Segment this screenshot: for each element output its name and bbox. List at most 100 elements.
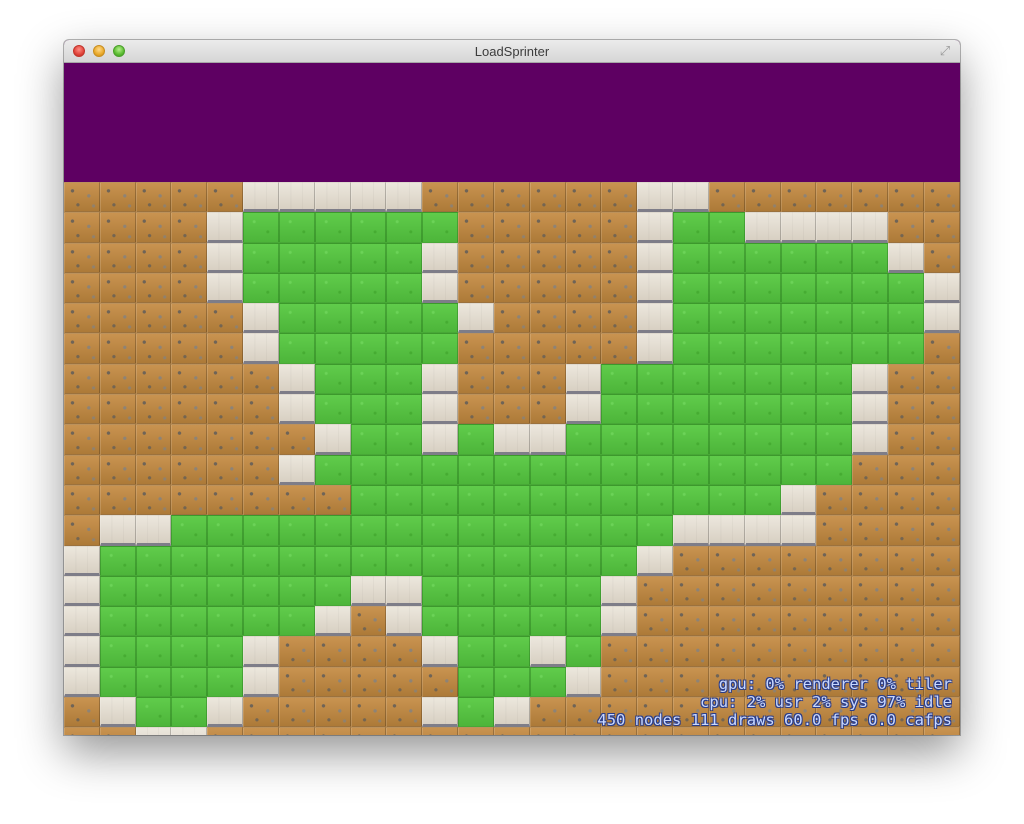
dirt-tile bbox=[816, 484, 853, 516]
dirt-tile bbox=[135, 333, 172, 364]
stone-tile bbox=[852, 424, 889, 455]
dirt-tile bbox=[888, 363, 924, 395]
dirt-tile bbox=[780, 182, 817, 213]
grass-tile bbox=[171, 515, 208, 546]
grass-tile bbox=[135, 666, 172, 698]
stone-tile bbox=[422, 272, 459, 304]
grass-tile bbox=[780, 333, 817, 364]
grass-tile bbox=[386, 394, 423, 425]
grass-tile bbox=[350, 212, 387, 243]
dirt-tile bbox=[64, 424, 100, 455]
dirt-tile bbox=[64, 272, 100, 304]
stone-tile bbox=[314, 424, 351, 455]
grass-tile bbox=[565, 545, 602, 576]
grass-tile bbox=[422, 575, 459, 607]
dirt-tile bbox=[601, 303, 638, 334]
dirt-tile bbox=[565, 272, 602, 304]
stone-tile bbox=[458, 303, 494, 334]
grass-tile bbox=[314, 212, 351, 243]
grass-tile bbox=[243, 515, 279, 546]
grass-tile bbox=[529, 575, 566, 607]
grass-tile bbox=[314, 545, 351, 576]
dirt-tile bbox=[135, 272, 172, 304]
grass-tile bbox=[637, 484, 674, 516]
dirt-tile bbox=[99, 484, 136, 516]
grass-tile bbox=[673, 424, 709, 455]
dirt-tile bbox=[744, 182, 781, 213]
grass-tile bbox=[816, 394, 853, 425]
dirt-tile bbox=[888, 182, 924, 213]
dirt-tile bbox=[99, 727, 136, 735]
dirt-tile bbox=[458, 394, 494, 425]
grass-tile bbox=[744, 363, 781, 395]
dirt-tile bbox=[637, 606, 674, 637]
dirt-tile bbox=[529, 727, 566, 735]
grass-tile bbox=[135, 545, 172, 576]
grass-tile bbox=[565, 606, 602, 637]
grass-tile bbox=[493, 515, 530, 546]
dirt-tile bbox=[135, 303, 172, 334]
grass-tile bbox=[314, 575, 351, 607]
stone-tile bbox=[529, 424, 566, 455]
grass-tile bbox=[458, 515, 494, 546]
stone-tile bbox=[565, 363, 602, 395]
dirt-tile bbox=[458, 182, 494, 213]
dirt-tile bbox=[243, 363, 279, 395]
grass-tile bbox=[708, 454, 745, 485]
stone-tile bbox=[637, 545, 674, 576]
dirt-tile bbox=[278, 424, 315, 455]
dirt-tile bbox=[923, 182, 960, 213]
grass-tile bbox=[243, 545, 279, 576]
grass-tile bbox=[350, 303, 387, 334]
dirt-tile bbox=[422, 182, 459, 213]
dirt-tile bbox=[780, 575, 817, 607]
dirt-tile bbox=[601, 182, 638, 213]
dirt-tile bbox=[64, 242, 100, 273]
dirt-tile bbox=[780, 606, 817, 637]
dirt-tile bbox=[673, 575, 709, 607]
dirt-tile bbox=[923, 242, 960, 273]
dirt-tile bbox=[493, 272, 530, 304]
dirt-tile bbox=[565, 242, 602, 273]
dirt-tile bbox=[888, 394, 924, 425]
grass-tile bbox=[565, 575, 602, 607]
dirt-tile bbox=[314, 666, 351, 698]
dirt-tile bbox=[529, 697, 566, 728]
stone-tile bbox=[780, 212, 817, 243]
grass-tile bbox=[493, 636, 530, 667]
dirt-tile bbox=[458, 363, 494, 395]
grass-tile bbox=[135, 697, 172, 728]
dirt-tile bbox=[852, 575, 889, 607]
dirt-tile bbox=[350, 606, 387, 637]
dirt-tile bbox=[565, 182, 602, 213]
grass-tile bbox=[816, 454, 853, 485]
grass-tile bbox=[637, 454, 674, 485]
dirt-tile bbox=[780, 545, 817, 576]
title-bar[interactable]: LoadSprinter ⤢ bbox=[64, 40, 960, 63]
dirt-tile bbox=[673, 606, 709, 637]
dirt-tile bbox=[207, 424, 244, 455]
game-canvas[interactable]: gpu: 0% renderer 0% tiler cpu: 2% usr 2% … bbox=[64, 63, 960, 735]
stone-tile bbox=[243, 666, 279, 698]
stone-tile bbox=[708, 515, 745, 546]
dirt-tile bbox=[350, 666, 387, 698]
stone-tile bbox=[350, 575, 387, 607]
stone-tile bbox=[278, 182, 315, 213]
stone-tile bbox=[386, 606, 423, 637]
dirt-tile bbox=[529, 212, 566, 243]
fullscreen-icon[interactable]: ⤢ bbox=[938, 44, 952, 58]
grass-tile bbox=[386, 242, 423, 273]
stone-tile bbox=[637, 212, 674, 243]
dirt-tile bbox=[458, 272, 494, 304]
dirt-tile bbox=[852, 606, 889, 637]
grass-tile bbox=[780, 394, 817, 425]
dirt-tile bbox=[64, 333, 100, 364]
grass-tile bbox=[458, 666, 494, 698]
dirt-tile bbox=[852, 454, 889, 485]
grass-tile bbox=[207, 606, 244, 637]
dirt-tile bbox=[278, 636, 315, 667]
grass-tile bbox=[744, 424, 781, 455]
dirt-tile bbox=[673, 545, 709, 576]
dirt-tile bbox=[458, 242, 494, 273]
grass-tile bbox=[422, 212, 459, 243]
